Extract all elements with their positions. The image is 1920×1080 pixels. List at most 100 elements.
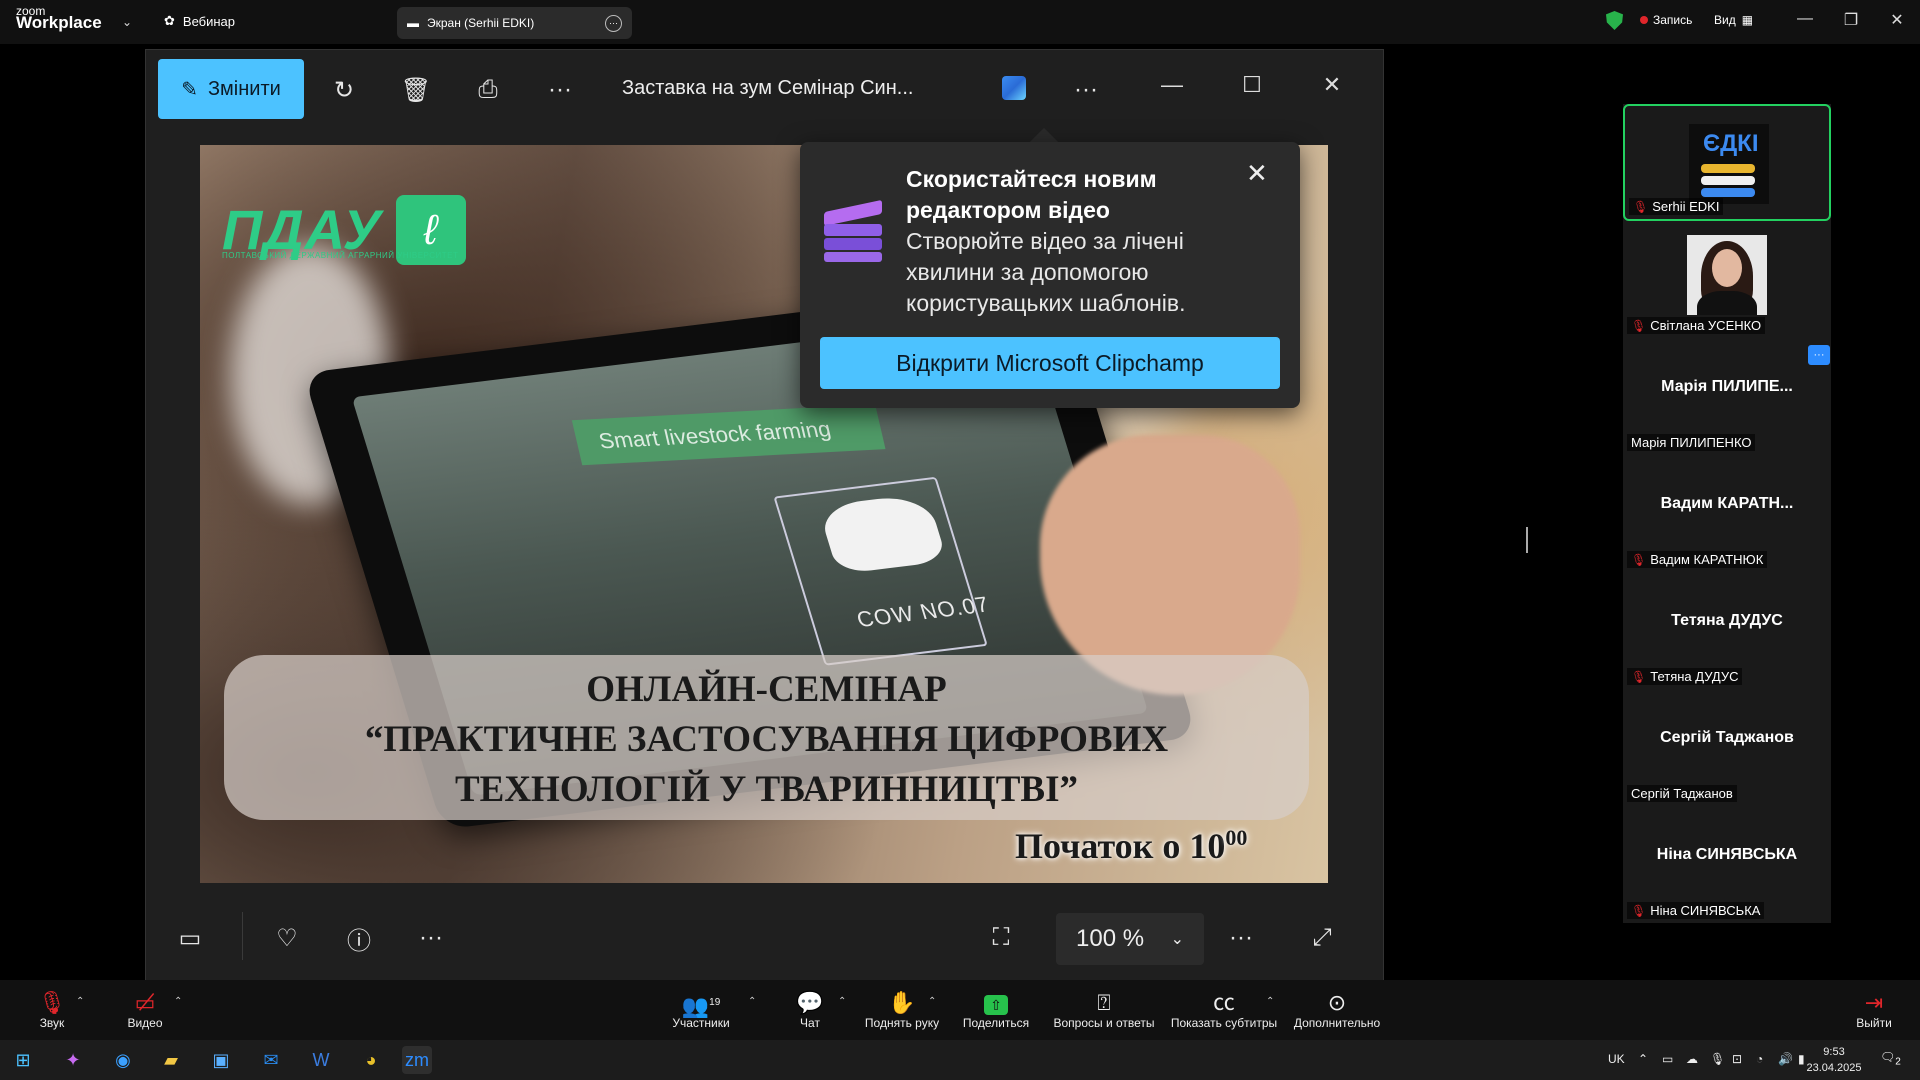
meet-now-icon[interactable]: ▭ <box>1662 1052 1673 1066</box>
chevron-up-icon: ⌃ <box>928 996 937 1007</box>
participant-tile[interactable]: 🎙 Світлана УСЕНКО <box>1623 221 1831 338</box>
view-button[interactable]: Вид ▦ <box>1714 13 1753 27</box>
wifi-icon[interactable]: ◔ <box>1756 1052 1763 1066</box>
print-icon[interactable]: ⎙ <box>470 72 506 108</box>
qa-button[interactable]: ⍰ Вопросы и ответы <box>1052 990 1156 1030</box>
mic-off-icon: 🎙 <box>1631 669 1647 684</box>
chrome-icon[interactable]: ◕ <box>356 1046 386 1074</box>
video-off-icon: ▭̸ <box>134 990 156 1015</box>
chevron-up-icon: ⌃ <box>76 996 85 1007</box>
start-time: Початок о 1000 <box>1015 825 1248 866</box>
zoom-logo[interactable]: zoom Workplace <box>16 5 102 31</box>
record-indicator[interactable]: Запись <box>1640 13 1692 27</box>
record-dot-icon <box>1640 16 1648 24</box>
webinar-indicator[interactable]: ✿ Вебинар <box>164 13 235 29</box>
chevron-down-icon: ⌄ <box>1170 931 1184 948</box>
share-button[interactable]: ⇧ Поделиться <box>960 990 1032 1030</box>
trash-icon[interactable]: 🗑 <box>398 72 434 108</box>
participants-button[interactable]: 👥19 Участники <box>666 990 736 1030</box>
rotate-icon[interactable]: ↻ <box>326 72 362 108</box>
edge-icon[interactable]: ◉ <box>108 1046 138 1074</box>
zoom-level-dropdown[interactable]: 100 % ⌄ <box>1056 913 1204 965</box>
store-icon[interactable]: ▣ <box>206 1046 236 1074</box>
chevron-up-icon[interactable]: ⌃ <box>1638 1052 1648 1066</box>
zoom-taskbar-icon[interactable]: zm <box>402 1046 432 1074</box>
panel-splitter[interactable] <box>1526 527 1528 553</box>
leave-button[interactable]: ⇥ Выйти <box>1854 990 1894 1030</box>
zoom-tray-icon[interactable]: ⊡ <box>1732 1052 1742 1066</box>
screen-share-tab[interactable]: ▬ Экран (Serhii EDKI) ··· <box>397 7 632 39</box>
clipchamp-popup: Скористайтеся новим редактором відео Ств… <box>800 142 1300 408</box>
cc-icon: ㏄ <box>1212 990 1235 1015</box>
close-icon[interactable]: ✕ <box>1884 10 1910 30</box>
language-indicator[interactable]: UK <box>1608 1052 1625 1066</box>
minimize-icon[interactable]: — <box>1152 72 1192 108</box>
participants-icon: 👥 <box>681 993 710 1019</box>
designer-icon[interactable] <box>1002 76 1026 100</box>
participant-tile[interactable]: Вадим КАРАТН... 🎙 Вадим КАРАТНЮК <box>1623 455 1831 572</box>
notifications-icon[interactable]: 🗨2 <box>1880 1050 1901 1067</box>
chat-button[interactable]: 💬 Чат <box>790 990 830 1030</box>
participant-tile[interactable]: Ніна СИНЯВСЬКА 🎙 Ніна СИНЯВСЬКА <box>1623 806 1831 923</box>
mic-off-icon: 🎙 <box>1631 903 1647 918</box>
close-icon[interactable]: ✕ <box>1246 158 1268 189</box>
clock[interactable]: 9:53 23.04.2025 <box>1804 1044 1864 1076</box>
more-options-icon[interactable]: ··· <box>1068 72 1104 108</box>
info-icon[interactable]: ⓘ <box>341 920 377 956</box>
word-icon[interactable]: W <box>306 1046 336 1074</box>
screen-share-icon: ▬ <box>407 16 419 30</box>
close-icon[interactable]: ✕ <box>1312 72 1352 108</box>
more-button[interactable]: ⊙ Дополнительно <box>1292 990 1382 1030</box>
chevron-up-icon: ⌃ <box>748 996 757 1007</box>
captions-button[interactable]: ㏄ Показать субтитры <box>1170 990 1278 1030</box>
restore-icon[interactable]: ❐ <box>1838 10 1864 30</box>
photos-toolbar: ✎ Змінити ↻ 🗑 ⎙ ··· Заставка на зум Семі… <box>146 50 1383 130</box>
heart-icon[interactable]: ♡ <box>269 920 305 956</box>
more-icon[interactable]: ··· <box>542 72 578 108</box>
clipchamp-icon <box>824 199 882 262</box>
audio-button[interactable]: 🎙 Звук <box>30 990 74 1030</box>
edit-button[interactable]: ✎ Змінити <box>158 59 304 119</box>
minimize-icon[interactable]: — <box>1792 10 1818 28</box>
avatar <box>1687 235 1767 315</box>
video-button[interactable]: ▭̸ Видео <box>120 990 170 1030</box>
more-icon[interactable]: ··· <box>1223 920 1259 956</box>
maximize-icon[interactable]: ☐ <box>1232 72 1272 108</box>
chat-icon: 💬 <box>796 990 824 1015</box>
seminar-title: ОНЛАЙН-СЕМІНАР “ПРАКТИЧНЕ ЗАСТОСУВАННЯ Ц… <box>364 669 1169 810</box>
mic-off-icon: 🎙 <box>38 990 66 1015</box>
cloud-icon[interactable]: ☁ <box>1686 1052 1698 1066</box>
filmstrip-icon[interactable]: ▭ <box>172 920 208 956</box>
mic-off-icon: 🎙 <box>1631 552 1647 567</box>
microphone-icon[interactable]: 🎙 <box>1710 1052 1725 1066</box>
webinar-icon: ✿ <box>164 13 175 28</box>
participant-tile[interactable]: ЄДКІ 🎙 Serhii EDKI <box>1623 104 1831 221</box>
open-clipchamp-button[interactable]: Відкрити Microsoft Clipchamp <box>820 337 1280 389</box>
fit-icon[interactable]: ⛶ <box>983 920 1019 956</box>
windows-start-icon[interactable]: ⊞ <box>8 1046 38 1074</box>
popup-body: Створюйте відео за лічені хвилини за доп… <box>906 228 1186 316</box>
photos-window: ✎ Змінити ↻ 🗑 ⎙ ··· Заставка на зум Семі… <box>145 49 1384 981</box>
zoom-control-bar: 🎙 Звук ⌃ ▭̸ Видео ⌃ 👥19 Участники ⌃ 💬 Ча… <box>0 980 1920 1040</box>
chevron-up-icon: ⌃ <box>1266 996 1275 1007</box>
chevron-up-icon: ⌃ <box>174 996 183 1007</box>
copilot-icon[interactable]: ✦ <box>58 1046 88 1074</box>
question-icon: ⍰ <box>1097 990 1111 1015</box>
grid-icon: ▦ <box>1741 13 1754 27</box>
more-icon[interactable]: ··· <box>413 920 449 956</box>
mic-off-icon: 🎙 <box>1631 318 1647 333</box>
shield-icon[interactable] <box>1606 11 1623 30</box>
chevron-down-icon[interactable]: ⌄ <box>122 15 132 29</box>
volume-icon[interactable]: 🔊 <box>1778 1052 1793 1066</box>
participant-tile[interactable]: Тетяна ДУДУС 🎙 Тетяна ДУДУС <box>1623 572 1831 689</box>
more-icon[interactable]: ··· <box>605 14 622 32</box>
expand-icon[interactable]: ⤢ <box>1304 920 1340 956</box>
participants-gallery: ЄДКІ 🎙 Serhii EDKI 🎙 Світлана УСЕНКО Марія… <box>1623 104 1831 923</box>
tile-more-button[interactable]: ··· <box>1808 345 1830 365</box>
mic-off-icon: 🎙 <box>1633 199 1649 214</box>
participant-tile[interactable]: Марія ПИЛИПЕ... Марія ПИЛИПЕНКО <box>1623 338 1831 455</box>
photo-title: Заставка на зум Семінар Син... <box>622 77 914 99</box>
outlook-icon[interactable]: ✉ <box>256 1046 286 1074</box>
participant-tile[interactable]: Сергій Таджанов Сергій Таджанов <box>1623 689 1831 806</box>
file-explorer-icon[interactable]: ▰ <box>156 1046 186 1074</box>
